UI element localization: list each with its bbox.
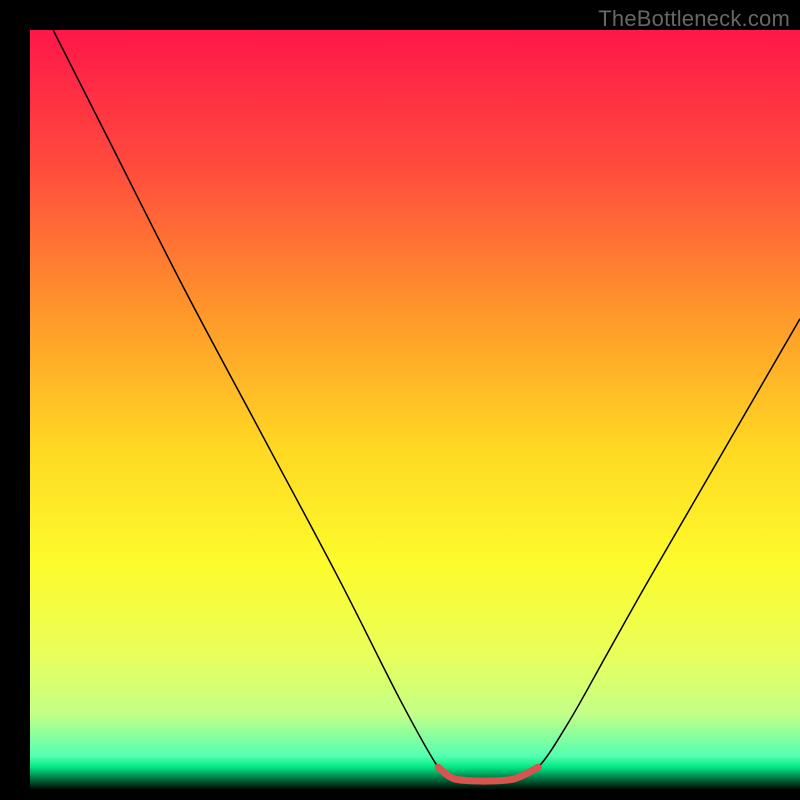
chart-container: TheBottleneck.com	[0, 0, 800, 800]
gradient-background	[30, 30, 800, 790]
watermark-label: TheBottleneck.com	[598, 6, 790, 32]
bottleneck-chart	[0, 0, 800, 800]
